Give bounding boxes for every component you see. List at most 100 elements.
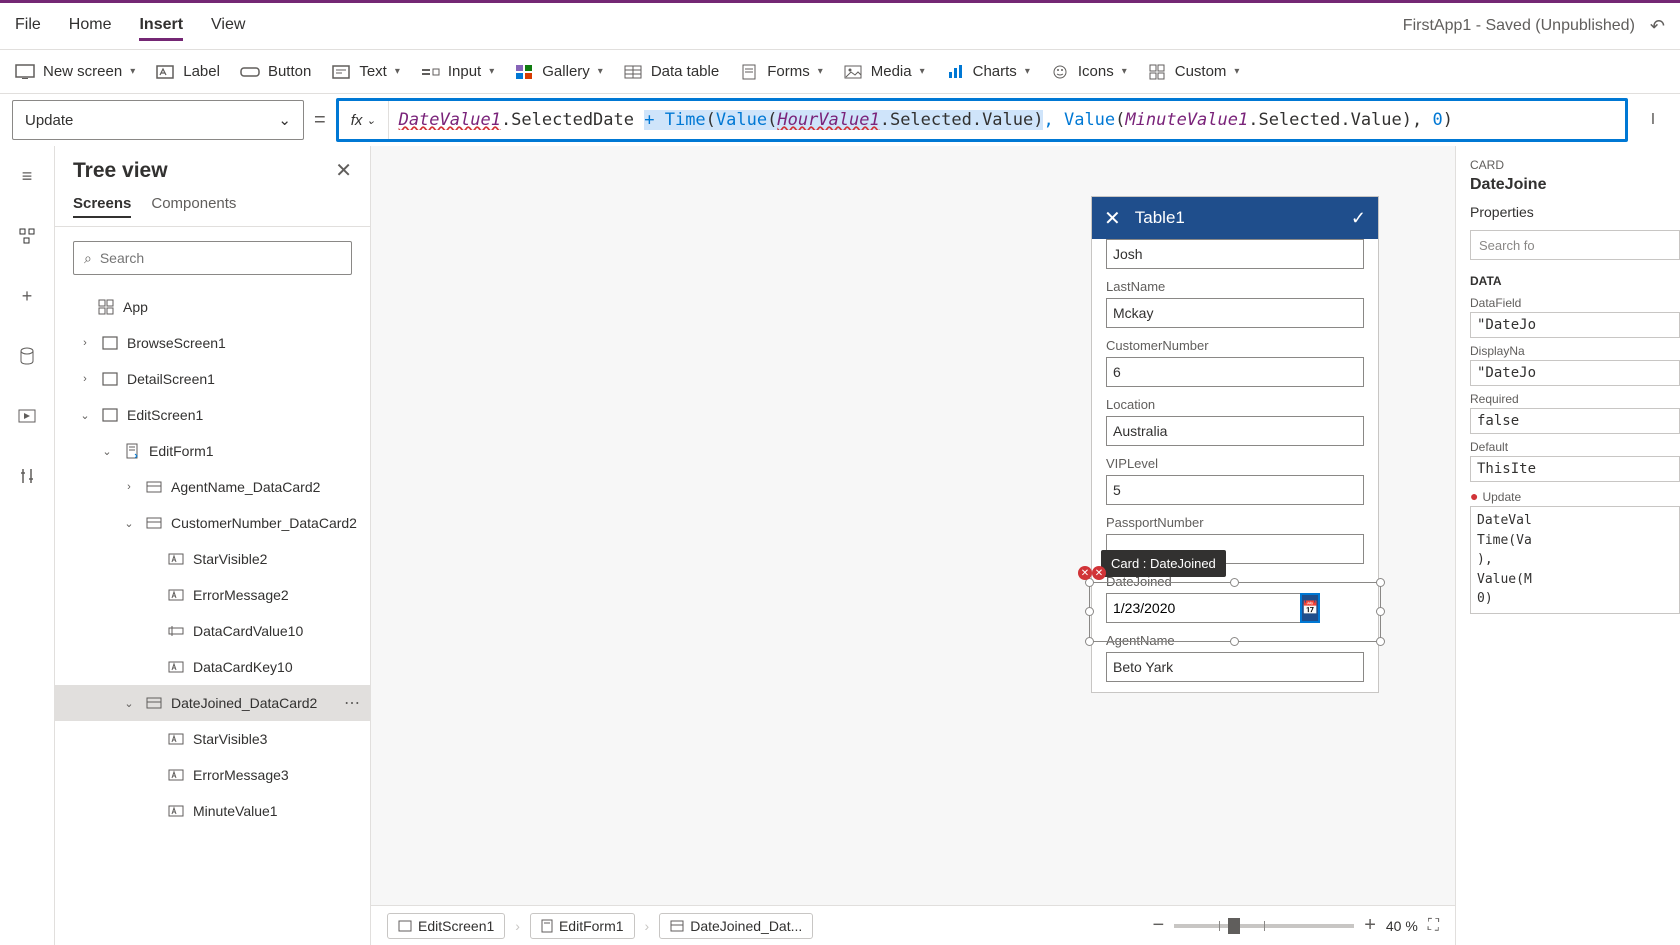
label-icon [167,730,185,748]
charts-button[interactable]: Charts▾ [945,62,1030,82]
error-badge[interactable]: ✕ [1078,566,1092,580]
menu-view[interactable]: View [211,12,245,41]
form-title: Table1 [1135,208,1337,228]
tree-node[interactable]: DataCardKey10 [55,649,370,685]
formula-input[interactable]: fx⌄ DateValue1.SelectedDate + Time(Value… [336,98,1628,142]
tree-toggle[interactable]: ⌄ [99,445,115,458]
calendar-icon[interactable]: 📅 [1300,593,1320,623]
button-button[interactable]: Button [240,62,311,82]
custom-button[interactable]: Custom▾ [1147,62,1240,82]
property-value[interactable]: ThisIte [1470,456,1680,482]
tree-toggle[interactable]: ⌄ [121,697,137,710]
tree-node[interactable]: StarVisible3 [55,721,370,757]
lastname-input[interactable] [1106,298,1364,328]
form-icon [541,919,553,933]
properties-search[interactable]: Search fo [1470,230,1680,260]
tab-components[interactable]: Components [151,191,236,218]
tree-node[interactable]: ErrorMessage2 [55,577,370,613]
label-icon [167,766,185,784]
breadcrumb-item[interactable]: DateJoined_Dat... [659,913,813,939]
label-button[interactable]: Label [155,62,220,82]
tree-search[interactable]: ⌕ [73,241,352,275]
property-value[interactable]: false [1470,408,1680,434]
media-icon [843,62,863,82]
undo-icon[interactable]: ↶ [1650,16,1665,37]
viplevel-input[interactable] [1106,475,1364,505]
icons-button[interactable]: Icons▾ [1050,62,1127,82]
input-button[interactable]: Input▾ [420,62,494,82]
breadcrumb-item[interactable]: EditForm1 [530,913,635,939]
tree-toggle[interactable]: › [77,373,93,385]
tools-icon[interactable] [12,461,42,491]
agentname-input[interactable] [1106,652,1364,682]
tree-node[interactable]: StarVisible2 [55,541,370,577]
data-icon[interactable] [12,341,42,371]
zoom-out-button[interactable]: − [1153,914,1165,937]
more-icon[interactable]: ⋯ [344,693,360,713]
canvas[interactable]: ✕ Table1 ✓ LastName CustomerNumber Locat… [371,146,1455,905]
tree-node[interactable]: ›DetailScreen1 [55,361,370,397]
add-icon[interactable]: + [12,281,42,311]
tree-toggle[interactable]: ⌄ [77,409,93,422]
tree-node[interactable]: ErrorMessage3 [55,757,370,793]
property-label: DisplayNa [1470,344,1680,358]
menu-home[interactable]: Home [69,12,112,41]
datejoined-input[interactable] [1106,593,1300,623]
fx-label[interactable]: fx⌄ [339,101,389,139]
formula-text[interactable]: DateValue1.SelectedDate + Time(Value(Hou… [389,110,1625,130]
tree-node[interactable]: ⌄ CustomerNumber_DataCard2 [55,505,370,541]
customernumber-input[interactable] [1106,357,1364,387]
agentname-label: AgentName [1106,633,1364,648]
tree-node[interactable]: DataCardValue10 [55,613,370,649]
custom-icon [1147,62,1167,82]
app-icon [97,298,115,316]
breadcrumb-item[interactable]: EditScreen1 [387,913,505,939]
menu-file[interactable]: File [15,12,41,41]
label-icon [167,802,185,820]
tree-node[interactable]: ⌄DateJoined_DataCard2⋯ [55,685,370,721]
fullscreen-icon[interactable]: ⛶ [1428,917,1439,935]
media-rail-icon[interactable] [12,401,42,431]
close-icon[interactable]: ✕ [335,158,352,183]
datejoined-picker[interactable]: 📅 [1106,593,1246,623]
update-property-value[interactable]: DateVal Time(Va ), Value(M 0) [1470,506,1680,614]
tree-node-app[interactable]: App [55,289,370,325]
menu-insert[interactable]: Insert [139,12,183,41]
new-screen-button[interactable]: New screen▾ [15,62,135,82]
tree-node[interactable]: MinuteValue1 [55,793,370,829]
gallery-button[interactable]: Gallery▾ [514,62,603,82]
properties-tab[interactable]: Properties [1470,204,1680,220]
zoom-in-button[interactable]: + [1364,914,1376,937]
data-table-button[interactable]: Data table [623,62,719,82]
search-input[interactable] [100,250,341,266]
screen-icon [101,370,119,388]
card-icon [145,478,163,496]
property-value[interactable]: "DateJo [1470,312,1680,338]
tree-toggle[interactable]: › [77,337,93,349]
text-button[interactable]: Text▾ [331,62,400,82]
tree-toggle[interactable]: › [121,481,137,493]
property-selector[interactable]: Update ⌄ [12,100,304,140]
tree-toggle[interactable]: ⌄ [121,517,137,530]
firstname-input[interactable] [1106,239,1364,269]
tree-label: CustomerNumber_DataCard2 [171,515,357,531]
check-icon[interactable]: ✓ [1351,208,1366,229]
property-value[interactable]: "DateJo [1470,360,1680,386]
tree-node[interactable]: ›BrowseScreen1 [55,325,370,361]
formula-expand-button[interactable]: I [1638,111,1668,129]
media-button[interactable]: Media▾ [843,62,925,82]
tree-view-icon[interactable] [12,221,42,251]
forms-button[interactable]: Forms▾ [739,62,823,82]
hamburger-icon[interactable]: ≡ [12,161,42,191]
chevron-down-icon: ▾ [1122,66,1127,77]
tree-node[interactable]: ›AgentName_DataCard2 [55,469,370,505]
close-icon[interactable]: ✕ [1104,206,1121,231]
text-icon [331,62,351,82]
error-badge-2[interactable]: ✕ [1092,566,1106,580]
zoom-slider[interactable] [1174,924,1354,928]
tab-screens[interactable]: Screens [73,191,131,218]
tree-node[interactable]: ⌄EditScreen1 [55,397,370,433]
tree-node[interactable]: ⌄EditForm1 [55,433,370,469]
label-icon [167,550,185,568]
location-input[interactable] [1106,416,1364,446]
